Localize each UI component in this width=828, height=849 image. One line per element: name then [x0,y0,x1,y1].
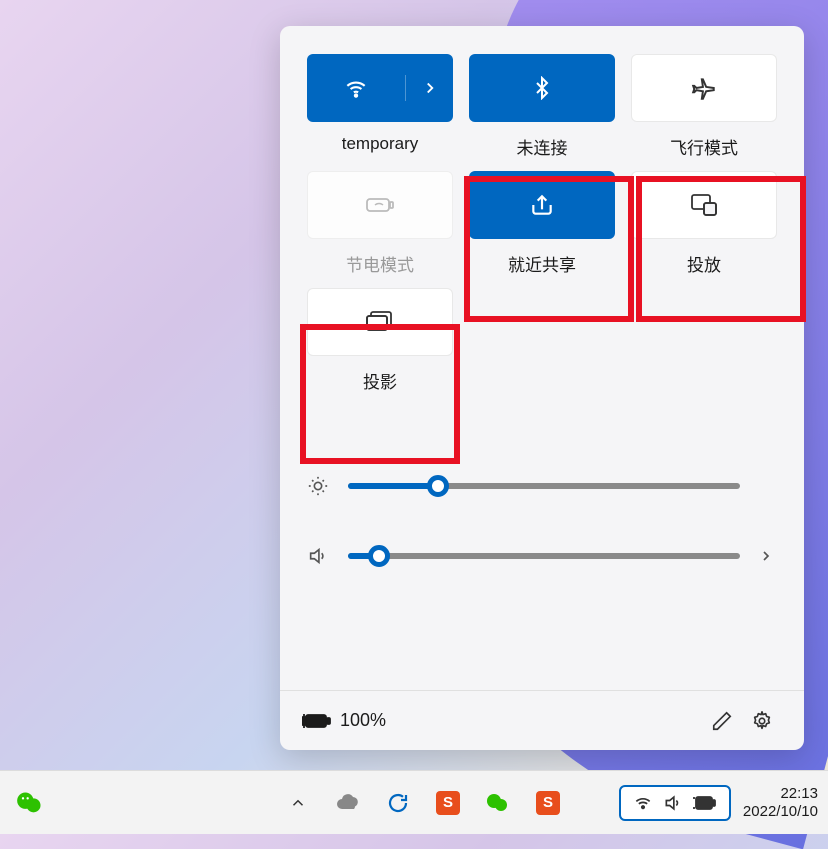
tile-nearby-share-label: 就近共享 [508,251,576,276]
airplane-icon [691,75,717,101]
volume-icon [306,545,330,567]
battery-percent: 100% [340,710,386,731]
tile-airplane[interactable] [631,54,777,122]
taskbar-app-wechat-2[interactable] [480,785,516,821]
tile-airplane-wrap: 飞行模式 [630,54,778,159]
tile-bluetooth-label: 未连接 [517,134,568,159]
clock[interactable]: 22:13 2022/10/10 [743,785,818,821]
chevron-up-icon [289,794,307,812]
tile-wifi-wrap: temporary [306,54,454,159]
panel-footer: 100% [280,690,804,750]
bluetooth-icon [530,76,554,100]
battery-plug-icon [302,711,332,731]
gear-icon [751,710,773,732]
tile-nearby-share-wrap: 就近共享 [468,171,616,276]
taskbar: S S 22:13 2022/10/10 [0,770,828,834]
share-icon [529,192,555,218]
tile-project-label: 投影 [363,368,397,393]
wifi-icon [343,75,369,101]
tile-nearby-share[interactable] [469,171,615,239]
clock-date: 2022/10/10 [743,803,818,821]
brightness-slider-row [306,451,778,521]
tile-bluetooth[interactable] [469,54,615,122]
volume-expand[interactable] [758,548,778,564]
taskbar-app-s2[interactable]: S [530,785,566,821]
brightness-slider[interactable] [348,483,740,489]
taskbar-app-s1[interactable]: S [430,785,466,821]
cloud-icon [336,791,360,815]
tile-airplane-label: 飞行模式 [670,134,738,159]
tray-volume-icon [663,793,683,813]
clock-time: 22:13 [743,785,818,803]
tile-cast[interactable] [631,171,777,239]
taskbar-sync[interactable] [380,785,416,821]
tile-wifi[interactable] [307,54,453,122]
tile-wifi-expand[interactable] [406,79,453,97]
taskbar-app-wechat[interactable] [12,785,48,821]
tile-project[interactable] [307,288,453,356]
tiles-area: temporary 未连接 飞行模式 [280,26,804,415]
pencil-icon [711,710,733,732]
tray-wifi-icon [633,793,653,813]
taskbar-onedrive[interactable] [330,785,366,821]
tile-wifi-label: temporary [342,134,419,154]
chevron-right-icon [421,79,439,97]
tile-wifi-main[interactable] [307,75,406,101]
tray-battery-icon [693,795,717,811]
project-icon [365,310,395,334]
system-tray[interactable] [619,785,731,821]
settings-button[interactable] [742,701,782,741]
taskbar-overflow[interactable] [280,785,316,821]
volume-slider-row [306,521,778,591]
sliders-area [280,451,804,591]
volume-slider[interactable] [348,553,740,559]
battery-saver-icon [365,194,395,216]
brightness-icon [306,475,330,497]
tile-project-wrap: 投影 [306,288,454,393]
quick-settings-panel: temporary 未连接 飞行模式 [280,26,804,750]
tile-cast-wrap: 投放 [630,171,778,276]
edit-button[interactable] [702,701,742,741]
sync-icon [386,791,410,815]
tile-cast-label: 投放 [687,251,721,276]
battery-status[interactable]: 100% [302,710,386,731]
cast-icon [690,193,718,217]
tile-battery-saver-label: 节电模式 [346,251,414,276]
tile-battery-saver-wrap: 节电模式 [306,171,454,276]
tile-battery-saver [307,171,453,239]
tile-bluetooth-wrap: 未连接 [468,54,616,159]
